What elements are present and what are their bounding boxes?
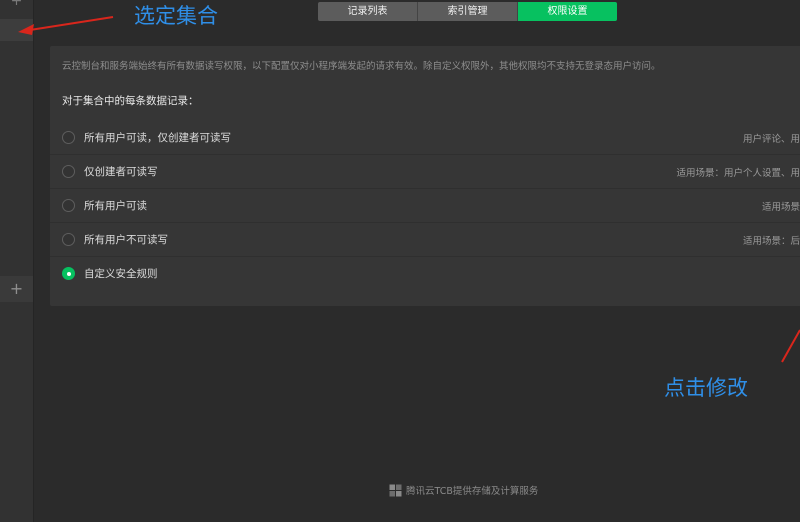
- annotation-select-collection: 选定集合: [134, 4, 218, 28]
- arrow-to-modify: [781, 329, 800, 363]
- arrow-to-collection: [29, 16, 114, 31]
- annotation-arrows: [18, 16, 800, 363]
- arrow-head-icon: [18, 24, 34, 35]
- annotation-click-modify: 点击修改: [664, 376, 748, 400]
